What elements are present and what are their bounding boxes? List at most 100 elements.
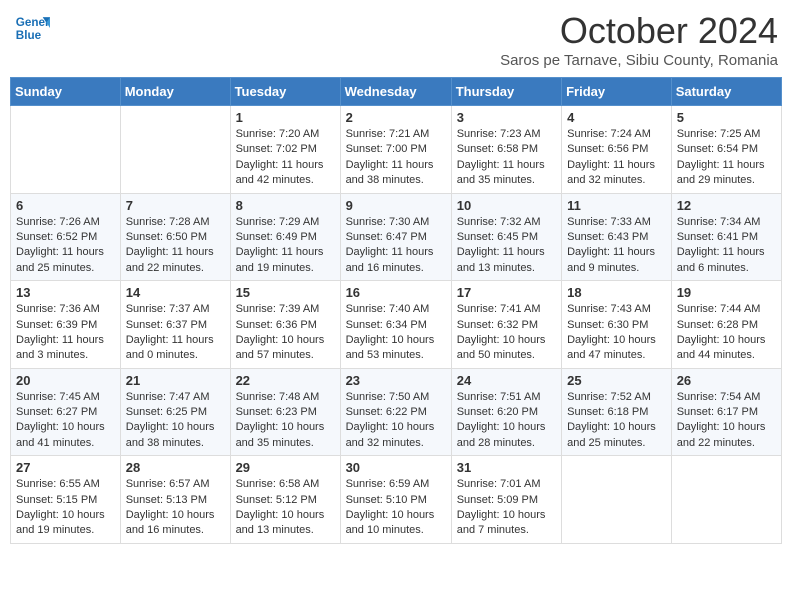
- calendar-week-row: 6 Sunrise: 7:26 AM Sunset: 6:52 PM Daylig…: [11, 193, 782, 281]
- calendar-cell: 22Sunrise: 7:48 AM Sunset: 6:23 PM Dayli…: [230, 368, 340, 456]
- logo: General Blue: [14, 10, 50, 46]
- day-header-friday: Friday: [562, 78, 672, 106]
- calendar-cell: 20 Sunrise: 7:45 AM Sunset: 6:27 PM Dayli…: [11, 368, 121, 456]
- calendar-cell: 12 Sunrise: 7:34 AM Sunset: 6:41 PM Dayli…: [671, 193, 781, 281]
- day-info: Sunrise: 7:32 AM Sunset: 6:45 PM Dayligh…: [457, 215, 556, 277]
- day-number: 26: [677, 373, 776, 388]
- day-number: 29: [236, 460, 335, 475]
- day-info: Sunrise: 7:20 AM Sunset: 7:02 PM Dayligh…: [236, 127, 335, 189]
- day-info: Sunrise: 7:01 AM Sunset: 5:09 PM Dayligh…: [457, 477, 556, 539]
- day-info: Sunrise: 7:44 AM Sunset: 6:28 PM Dayligh…: [677, 302, 776, 364]
- day-info: Sunrise: 7:39 AM Sunset: 6:36 PM Dayligh…: [236, 302, 335, 364]
- calendar-week-row: 13Sunrise: 7:36 AM Sunset: 6:39 PM Dayli…: [11, 281, 782, 369]
- day-number: 4: [567, 110, 666, 125]
- day-number: 15: [236, 285, 335, 300]
- calendar-week-row: 27 Sunrise: 6:55 AM Sunset: 5:15 PM Dayli…: [11, 456, 782, 544]
- day-info: Sunrise: 7:36 AM Sunset: 6:39 PM Dayligh…: [16, 302, 115, 364]
- calendar-cell: 31 Sunrise: 7:01 AM Sunset: 5:09 PM Dayli…: [451, 456, 561, 544]
- calendar-cell: [671, 456, 781, 544]
- day-number: 9: [346, 198, 446, 213]
- day-info: Sunrise: 7:33 AM Sunset: 6:43 PM Dayligh…: [567, 215, 666, 277]
- calendar-cell: 26Sunrise: 7:54 AM Sunset: 6:17 PM Dayli…: [671, 368, 781, 456]
- day-number: 3: [457, 110, 556, 125]
- day-number: 23: [346, 373, 446, 388]
- calendar-cell: 4 Sunrise: 7:24 AM Sunset: 6:56 PM Daylig…: [562, 106, 672, 194]
- day-info: Sunrise: 6:55 AM Sunset: 5:15 PM Dayligh…: [16, 477, 115, 539]
- day-header-sunday: Sunday: [11, 78, 121, 106]
- day-info: Sunrise: 7:45 AM Sunset: 6:27 PM Dayligh…: [16, 390, 115, 452]
- calendar-table: SundayMondayTuesdayWednesdayThursdayFrid…: [10, 77, 782, 544]
- day-info: Sunrise: 7:29 AM Sunset: 6:49 PM Dayligh…: [236, 215, 335, 277]
- day-number: 6: [16, 198, 115, 213]
- calendar-cell: 19 Sunrise: 7:44 AM Sunset: 6:28 PM Dayli…: [671, 281, 781, 369]
- day-header-monday: Monday: [120, 78, 230, 106]
- day-info: Sunrise: 7:21 AM Sunset: 7:00 PM Dayligh…: [346, 127, 446, 189]
- location-subtitle: Saros pe Tarnave, Sibiu County, Romania: [500, 52, 778, 69]
- day-number: 21: [126, 373, 225, 388]
- calendar-cell: 17Sunrise: 7:41 AM Sunset: 6:32 PM Dayli…: [451, 281, 561, 369]
- day-info: Sunrise: 7:47 AM Sunset: 6:25 PM Dayligh…: [126, 390, 225, 452]
- calendar-cell: 14 Sunrise: 7:37 AM Sunset: 6:37 PM Dayli…: [120, 281, 230, 369]
- calendar-cell: 7 Sunrise: 7:28 AM Sunset: 6:50 PM Daylig…: [120, 193, 230, 281]
- day-number: 12: [677, 198, 776, 213]
- day-number: 28: [126, 460, 225, 475]
- calendar-cell: 27 Sunrise: 6:55 AM Sunset: 5:15 PM Dayli…: [11, 456, 121, 544]
- calendar-cell: 3Sunrise: 7:23 AM Sunset: 6:58 PM Daylig…: [451, 106, 561, 194]
- calendar-cell: 13Sunrise: 7:36 AM Sunset: 6:39 PM Dayli…: [11, 281, 121, 369]
- day-number: 8: [236, 198, 335, 213]
- day-number: 10: [457, 198, 556, 213]
- day-header-saturday: Saturday: [671, 78, 781, 106]
- day-info: Sunrise: 7:37 AM Sunset: 6:37 PM Dayligh…: [126, 302, 225, 364]
- day-info: Sunrise: 7:30 AM Sunset: 6:47 PM Dayligh…: [346, 215, 446, 277]
- calendar-cell: 1 Sunrise: 7:20 AM Sunset: 7:02 PM Daylig…: [230, 106, 340, 194]
- day-number: 7: [126, 198, 225, 213]
- day-header-wednesday: Wednesday: [340, 78, 451, 106]
- day-number: 1: [236, 110, 335, 125]
- day-info: Sunrise: 7:26 AM Sunset: 6:52 PM Dayligh…: [16, 215, 115, 277]
- calendar-cell: 8 Sunrise: 7:29 AM Sunset: 6:49 PM Daylig…: [230, 193, 340, 281]
- day-number: 11: [567, 198, 666, 213]
- calendar-cell: 23Sunrise: 7:50 AM Sunset: 6:22 PM Dayli…: [340, 368, 451, 456]
- day-info: Sunrise: 7:25 AM Sunset: 6:54 PM Dayligh…: [677, 127, 776, 189]
- calendar-cell: 30 Sunrise: 6:59 AM Sunset: 5:10 PM Dayli…: [340, 456, 451, 544]
- day-number: 31: [457, 460, 556, 475]
- day-number: 24: [457, 373, 556, 388]
- day-number: 20: [16, 373, 115, 388]
- day-number: 22: [236, 373, 335, 388]
- calendar-cell: 24 Sunrise: 7:51 AM Sunset: 6:20 PM Dayli…: [451, 368, 561, 456]
- day-info: Sunrise: 7:43 AM Sunset: 6:30 PM Dayligh…: [567, 302, 666, 364]
- calendar-header-row: SundayMondayTuesdayWednesdayThursdayFrid…: [11, 78, 782, 106]
- calendar-cell: [11, 106, 121, 194]
- calendar-cell: 15 Sunrise: 7:39 AM Sunset: 6:36 PM Dayli…: [230, 281, 340, 369]
- day-info: Sunrise: 7:41 AM Sunset: 6:32 PM Dayligh…: [457, 302, 556, 364]
- day-info: Sunrise: 7:24 AM Sunset: 6:56 PM Dayligh…: [567, 127, 666, 189]
- calendar-week-row: 20 Sunrise: 7:45 AM Sunset: 6:27 PM Dayli…: [11, 368, 782, 456]
- day-info: Sunrise: 7:52 AM Sunset: 6:18 PM Dayligh…: [567, 390, 666, 452]
- calendar-cell: 18 Sunrise: 7:43 AM Sunset: 6:30 PM Dayli…: [562, 281, 672, 369]
- day-number: 16: [346, 285, 446, 300]
- day-number: 2: [346, 110, 446, 125]
- day-info: Sunrise: 7:51 AM Sunset: 6:20 PM Dayligh…: [457, 390, 556, 452]
- day-info: Sunrise: 6:59 AM Sunset: 5:10 PM Dayligh…: [346, 477, 446, 539]
- calendar-week-row: 1 Sunrise: 7:20 AM Sunset: 7:02 PM Daylig…: [11, 106, 782, 194]
- day-header-tuesday: Tuesday: [230, 78, 340, 106]
- calendar-cell: 25 Sunrise: 7:52 AM Sunset: 6:18 PM Dayli…: [562, 368, 672, 456]
- day-number: 18: [567, 285, 666, 300]
- day-number: 27: [16, 460, 115, 475]
- svg-text:Blue: Blue: [16, 29, 42, 42]
- day-number: 19: [677, 285, 776, 300]
- day-number: 25: [567, 373, 666, 388]
- day-number: 30: [346, 460, 446, 475]
- day-info: Sunrise: 7:34 AM Sunset: 6:41 PM Dayligh…: [677, 215, 776, 277]
- calendar-cell: [562, 456, 672, 544]
- page-header: General Blue October 2024 Saros pe Tarna…: [10, 10, 782, 69]
- calendar-cell: [120, 106, 230, 194]
- calendar-cell: 6 Sunrise: 7:26 AM Sunset: 6:52 PM Daylig…: [11, 193, 121, 281]
- calendar-cell: 2 Sunrise: 7:21 AM Sunset: 7:00 PM Daylig…: [340, 106, 451, 194]
- calendar-cell: 28Sunrise: 6:57 AM Sunset: 5:13 PM Dayli…: [120, 456, 230, 544]
- calendar-cell: 21 Sunrise: 7:47 AM Sunset: 6:25 PM Dayli…: [120, 368, 230, 456]
- day-info: Sunrise: 7:28 AM Sunset: 6:50 PM Dayligh…: [126, 215, 225, 277]
- calendar-cell: 9 Sunrise: 7:30 AM Sunset: 6:47 PM Daylig…: [340, 193, 451, 281]
- day-info: Sunrise: 6:58 AM Sunset: 5:12 PM Dayligh…: [236, 477, 335, 539]
- day-number: 14: [126, 285, 225, 300]
